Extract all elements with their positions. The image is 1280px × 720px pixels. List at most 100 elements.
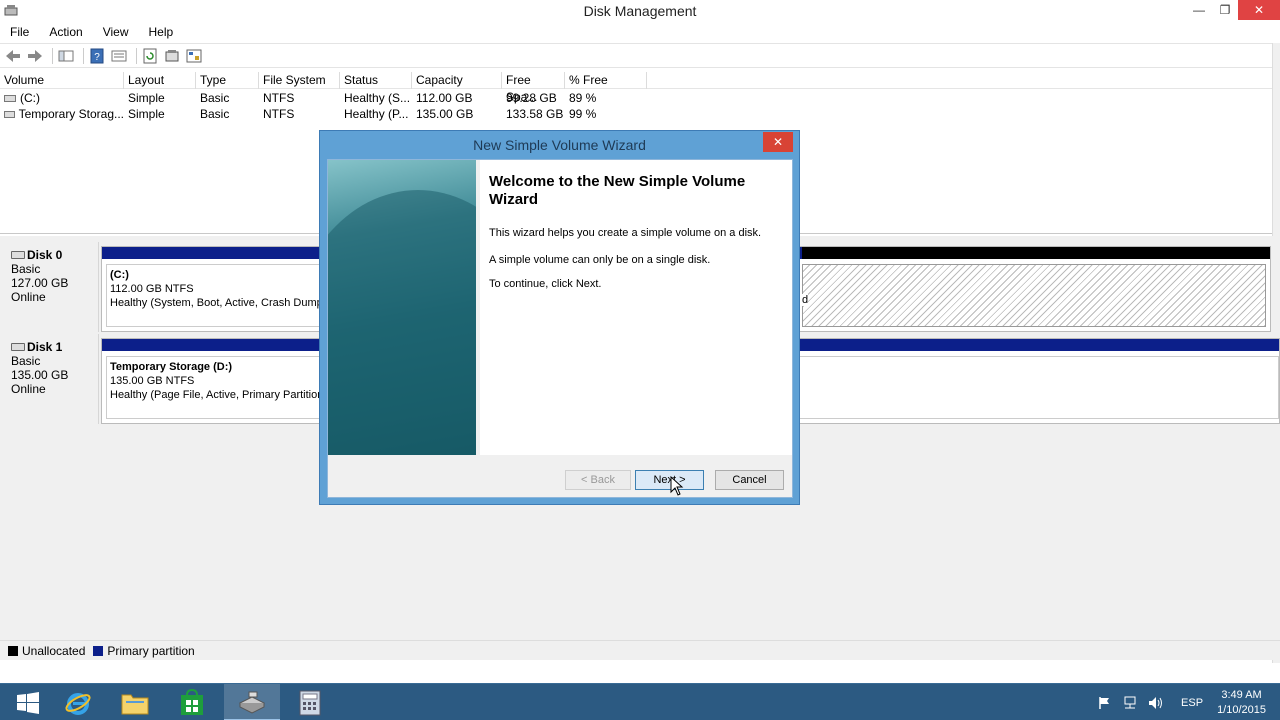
type-cell: Basic xyxy=(200,91,230,105)
disk-icon xyxy=(11,343,25,351)
wizard-heading: Welcome to the New Simple Volume Wizard xyxy=(489,173,746,208)
disk-name-text: Disk 1 xyxy=(27,340,63,354)
volume-cell: (C:) xyxy=(0,90,124,106)
disk-type: Basic xyxy=(11,262,41,276)
menu-help[interactable]: Help xyxy=(139,25,184,39)
primary-partition-swatch xyxy=(93,645,104,656)
capacity-cell: 112.00 GB xyxy=(416,91,473,105)
toolbar: ? xyxy=(0,43,1280,68)
column-header-type[interactable]: Type xyxy=(196,72,259,89)
wizard-banner-image xyxy=(328,160,476,455)
disk-name: Disk 1 xyxy=(11,340,98,354)
legend-label: Unallocated xyxy=(22,643,86,658)
cancel-button[interactable]: Cancel xyxy=(715,470,784,490)
column-header-layout[interactable]: Layout xyxy=(124,72,196,89)
settings-icon[interactable] xyxy=(185,47,203,65)
start-button[interactable] xyxy=(0,684,56,720)
column-header-free-space[interactable]: Free Spa... xyxy=(502,72,565,104)
window-titlebar: Disk Management — ❐ ✕ xyxy=(0,0,1280,22)
toolbar-separator xyxy=(52,47,53,64)
column-header-filler xyxy=(647,72,1272,89)
window-title: Disk Management xyxy=(583,3,697,19)
dialog-close-button[interactable]: ✕ xyxy=(763,132,793,152)
disk-name: Disk 0 xyxy=(11,248,98,262)
unallocated-swatch xyxy=(8,645,18,656)
dialog-title: New Simple Volume Wizard xyxy=(473,137,646,153)
forward-arrow-icon[interactable] xyxy=(26,47,44,65)
drive-icon xyxy=(4,110,15,118)
column-header-file-system[interactable]: File System xyxy=(259,72,340,89)
properties-icon[interactable] xyxy=(110,47,128,65)
taskbar-file-explorer[interactable] xyxy=(107,684,163,720)
taskbar-internet-explorer[interactable] xyxy=(50,684,106,720)
wizard-paragraph-1: This wizard helps you create a simple vo… xyxy=(489,227,762,239)
volume-cell: Temporary Storag... xyxy=(0,106,124,122)
column-header-percent-free[interactable]: % Free xyxy=(565,72,647,89)
close-button[interactable]: ✕ xyxy=(1238,0,1280,20)
status-cell: Healthy (P... xyxy=(344,107,409,121)
disk-state: Online xyxy=(11,382,46,396)
mouse-cursor-icon xyxy=(670,476,684,496)
action-center-flag-icon[interactable] xyxy=(1096,695,1112,711)
menu-bar: File Action View Help xyxy=(0,22,1280,42)
percent-free-cell: 99 % xyxy=(569,107,597,121)
menu-action[interactable]: Action xyxy=(39,25,92,39)
taskbar-disk-management[interactable] xyxy=(224,684,280,720)
help-icon[interactable]: ? xyxy=(88,47,106,65)
disk-management-icon xyxy=(238,691,266,714)
column-header-capacity[interactable]: Capacity xyxy=(412,72,502,89)
table-row[interactable]: Temporary Storag... Simple Basic NTFS He… xyxy=(0,106,647,122)
file-system-cell: NTFS xyxy=(263,91,295,105)
layout-cell: Simple xyxy=(128,91,165,105)
store-icon xyxy=(181,688,203,715)
free-space-cell: 133.58 GB xyxy=(506,107,564,121)
file-system-cell: NTFS xyxy=(263,107,295,121)
layout-cell: Simple xyxy=(128,107,165,121)
disk-label[interactable]: Disk 1 Basic 135.00 GB Online xyxy=(4,334,99,424)
minimize-button[interactable]: — xyxy=(1188,0,1210,20)
clock-date: 1/10/2015 xyxy=(1217,703,1266,716)
taskbar-store[interactable] xyxy=(164,684,220,720)
disk-size: 127.00 GB xyxy=(11,276,69,290)
wizard-content-panel: Welcome to the New Simple Volume Wizard … xyxy=(480,160,792,455)
column-header-volume[interactable]: Volume xyxy=(0,72,124,89)
back-arrow-icon[interactable] xyxy=(4,47,22,65)
disk-icon xyxy=(11,251,25,259)
volume-list-header: Volume Layout Type File System Status Ca… xyxy=(0,72,1272,104)
type-cell: Basic xyxy=(200,107,230,121)
volume-speaker-icon[interactable] xyxy=(1148,695,1164,711)
taskbar-calculator[interactable] xyxy=(282,684,338,720)
input-language-indicator[interactable]: ESP xyxy=(1181,697,1203,709)
disk-label[interactable]: Disk 0 Basic 127.00 GB Online xyxy=(4,242,99,332)
wizard-paragraph-3: To continue, click Next. xyxy=(489,278,602,290)
disk-type: Basic xyxy=(11,354,41,368)
back-button[interactable]: < Back xyxy=(565,470,631,490)
clock-time: 3:49 AM xyxy=(1221,688,1262,701)
wizard-paragraph-2: A simple volume can only be on a single … xyxy=(489,254,711,266)
legend: Unallocated Primary partition xyxy=(0,640,1280,660)
rescan-icon[interactable] xyxy=(163,47,181,65)
menu-view[interactable]: View xyxy=(93,25,139,39)
svg-text:?: ? xyxy=(94,52,100,63)
folder-icon xyxy=(121,694,149,714)
network-icon[interactable] xyxy=(1122,695,1138,711)
unallocated-region[interactable]: d xyxy=(802,264,1266,327)
maximize-button[interactable]: ❐ xyxy=(1214,0,1236,20)
system-tray: ESP 3:49 AM 1/10/2015 xyxy=(1091,684,1280,720)
new-simple-volume-wizard-dialog: New Simple Volume Wizard ✕ Welcome to th… xyxy=(319,130,800,505)
console-tree-icon[interactable] xyxy=(57,47,75,65)
unallocated-bar xyxy=(802,247,1270,259)
drive-icon xyxy=(4,94,16,102)
refresh-icon[interactable] xyxy=(141,47,159,65)
status-cell: Healthy (S... xyxy=(344,91,411,105)
menu-file[interactable]: File xyxy=(0,25,39,39)
disk-size: 135.00 GB xyxy=(11,368,69,382)
capacity-cell: 135.00 GB xyxy=(416,107,474,121)
table-row[interactable]: (C:) Simple Basic NTFS Healthy (S... 112… xyxy=(0,90,647,106)
column-header-status[interactable]: Status xyxy=(340,72,412,89)
clock[interactable]: 3:49 AM 1/10/2015 xyxy=(1217,688,1266,718)
volume-name: Temporary Storag... xyxy=(18,107,124,121)
taskbar: ESP 3:49 AM 1/10/2015 xyxy=(0,683,1280,720)
legend-unallocated: Unallocated xyxy=(8,644,85,658)
calculator-icon xyxy=(299,690,321,715)
